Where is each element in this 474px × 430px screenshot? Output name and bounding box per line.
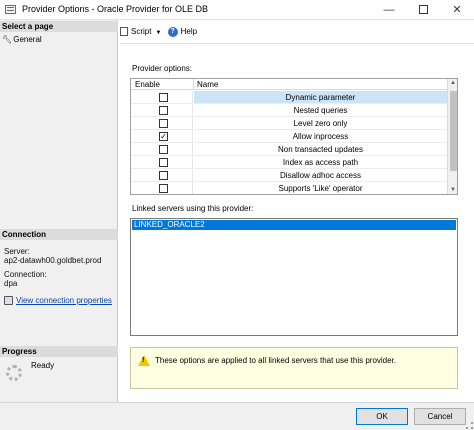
list-item[interactable]: LINKED_ORACLE2 bbox=[132, 220, 456, 230]
cancel-button[interactable]: Cancel bbox=[414, 408, 466, 425]
table-row[interactable]: Level zero only bbox=[131, 117, 447, 130]
view-connection-properties[interactable]: View connection properties bbox=[4, 296, 112, 306]
enable-cell bbox=[131, 117, 193, 130]
connection-label: Connection: bbox=[4, 270, 47, 279]
warning-icon: ! bbox=[138, 355, 150, 366]
option-name: Index as access path bbox=[194, 156, 447, 169]
help-icon: ? bbox=[167, 26, 178, 37]
progress-status: Ready bbox=[31, 361, 55, 370]
scroll-up-icon[interactable]: ▲ bbox=[450, 80, 456, 86]
help-label: Help bbox=[180, 27, 198, 36]
option-name: Nested queries bbox=[194, 104, 447, 117]
enable-cell bbox=[131, 104, 193, 117]
progress-spinner-icon bbox=[6, 365, 22, 381]
table-row[interactable]: Dynamic parameter bbox=[131, 91, 447, 104]
wrench-icon: 🔧︎ bbox=[2, 35, 13, 44]
linked-servers-list[interactable]: LINKED_ORACLE2 bbox=[130, 218, 458, 336]
resize-grip-icon[interactable] bbox=[466, 422, 473, 429]
grid-scrollbar[interactable]: ▲ ▼ bbox=[447, 79, 457, 194]
sidebar-item-general[interactable]: 🔧︎ General bbox=[2, 34, 42, 45]
select-page-header: Select a page bbox=[0, 21, 118, 32]
option-name: Dynamic parameter bbox=[194, 91, 447, 104]
table-row[interactable]: ✓ Allow inprocess bbox=[131, 130, 447, 143]
enable-checkbox[interactable] bbox=[159, 119, 168, 128]
table-row[interactable]: Nested queries bbox=[131, 104, 447, 117]
enable-checkbox[interactable] bbox=[159, 145, 168, 154]
option-name: Disallow adhoc access bbox=[194, 169, 447, 182]
enable-checkbox[interactable] bbox=[159, 184, 168, 193]
sidebar-item-label: General bbox=[13, 35, 42, 44]
dialog-footer: OK Cancel bbox=[0, 402, 474, 430]
column-header-name[interactable]: Name bbox=[197, 79, 218, 90]
option-name: Supports 'Like' operator bbox=[194, 182, 447, 194]
connection-header: Connection bbox=[0, 229, 118, 240]
left-pane: Select a page 🔧︎ General Connection Serv… bbox=[0, 20, 118, 402]
option-name: Non transacted updates bbox=[194, 143, 447, 156]
progress-header: Progress bbox=[0, 346, 118, 357]
option-name: Level zero only bbox=[194, 117, 447, 130]
enable-cell: ✓ bbox=[131, 130, 193, 143]
enable-checkbox[interactable] bbox=[159, 158, 168, 167]
enable-cell bbox=[131, 156, 193, 169]
table-row[interactable]: Supports 'Like' operator bbox=[131, 182, 447, 194]
column-divider bbox=[193, 79, 194, 90]
toolbar-divider bbox=[120, 43, 474, 44]
server-value: ap2-datawh00.goldbet.prod bbox=[4, 256, 102, 265]
enable-cell bbox=[131, 143, 193, 156]
notice-text: These options are applied to all linked … bbox=[155, 356, 397, 365]
help-button[interactable]: ? Help bbox=[167, 24, 198, 40]
scroll-down-icon[interactable]: ▼ bbox=[450, 187, 456, 193]
linked-servers-label: Linked servers using this provider: bbox=[132, 204, 254, 213]
toolbar: Script ▼ ? Help bbox=[120, 24, 201, 40]
chevron-down-icon[interactable]: ▼ bbox=[155, 25, 161, 41]
properties-icon bbox=[4, 296, 13, 306]
grid-header: Enable Name bbox=[131, 79, 447, 90]
scroll-thumb[interactable] bbox=[450, 91, 457, 171]
ok-button[interactable]: OK bbox=[356, 408, 408, 425]
enable-cell bbox=[131, 91, 193, 104]
enable-checkbox[interactable] bbox=[159, 106, 168, 115]
info-notice: ! These options are applied to all linke… bbox=[130, 347, 458, 389]
table-row[interactable]: Disallow adhoc access bbox=[131, 169, 447, 182]
server-label: Server: bbox=[4, 247, 30, 256]
option-name: Allow inprocess bbox=[194, 130, 447, 143]
table-row[interactable]: Index as access path bbox=[131, 156, 447, 169]
enable-checkbox[interactable] bbox=[159, 171, 168, 180]
maximize-button[interactable] bbox=[406, 0, 440, 20]
connection-value: dpa bbox=[4, 279, 18, 288]
script-icon bbox=[120, 27, 128, 37]
title-bar: Provider Options - Oracle Provider for O… bbox=[0, 0, 474, 20]
column-header-enable[interactable]: Enable bbox=[135, 79, 160, 90]
close-button[interactable]: ✕ bbox=[440, 0, 474, 20]
enable-checkbox[interactable]: ✓ bbox=[159, 132, 168, 141]
table-row[interactable]: Non transacted updates bbox=[131, 143, 447, 156]
enable-cell bbox=[131, 169, 193, 182]
maximize-icon bbox=[418, 4, 428, 14]
minimize-button[interactable]: — bbox=[372, 0, 406, 20]
provider-options-label: Provider options: bbox=[132, 64, 193, 73]
script-label: Script bbox=[131, 27, 152, 36]
enable-checkbox[interactable] bbox=[159, 93, 168, 102]
view-connection-properties-link[interactable]: View connection properties bbox=[16, 296, 112, 305]
script-button[interactable]: Script ▼ bbox=[120, 24, 161, 41]
window-title: Provider Options - Oracle Provider for O… bbox=[22, 4, 209, 14]
app-icon bbox=[5, 5, 16, 14]
enable-cell bbox=[131, 182, 193, 194]
provider-options-grid: Enable Name Dynamic parameter Nested quer… bbox=[130, 78, 458, 195]
